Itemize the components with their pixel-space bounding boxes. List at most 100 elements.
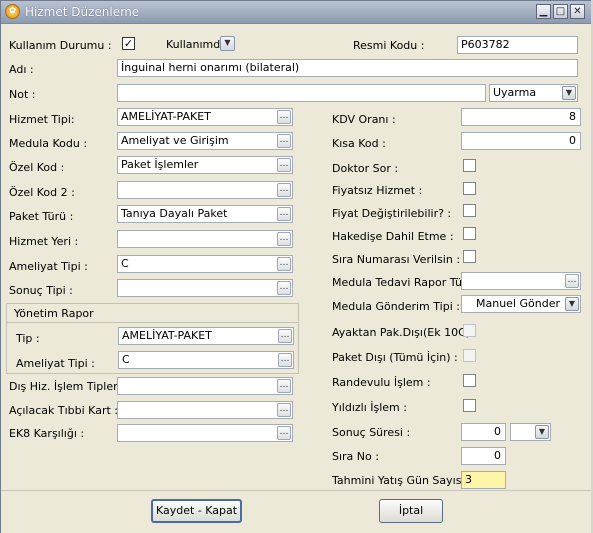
hizmet-yeri-input[interactable]: … [117, 230, 293, 248]
resmi-kodu-input[interactable]: P603782 [457, 36, 578, 54]
ozel-kod-2-lookup-button[interactable]: … [277, 183, 291, 197]
flower-icon: ✿ [5, 4, 20, 19]
ek8-label: EK8 Karşılığı : [9, 427, 85, 440]
fiyat-degistirilebilir-checkbox[interactable] [463, 204, 476, 217]
yonetim-tip-lookup-button[interactable]: … [278, 329, 292, 343]
paket-turu-label: Paket Türü : [9, 210, 74, 223]
ameliyat-tipi-label: Ameliyat Tipi : [9, 260, 88, 273]
yonetim-ameliyat-tipi-label: Ameliyat Tipi : [16, 357, 95, 370]
close-button[interactable]: ✕ [570, 4, 585, 19]
ameliyat-tipi-input[interactable]: C… [117, 255, 293, 273]
yonetim-ameliyat-tipi-lookup-button[interactable]: … [278, 353, 292, 367]
tahmini-yatis-input[interactable]: 3 [461, 471, 506, 489]
chevron-down-icon[interactable]: ▼ [562, 86, 576, 100]
adi-label: Adı : [9, 63, 34, 76]
sira-numarasi-verilsin-checkbox[interactable] [463, 250, 476, 263]
title-bar[interactable]: ✿ Hizmet Düzenleme ▁ □ ✕ [1, 1, 592, 24]
yonetim-tip-label: Tip : [16, 332, 40, 345]
ek8-lookup-button[interactable]: … [277, 426, 291, 440]
ozel-kod-label: Özel Kod : [9, 161, 65, 174]
hakedise-dahil-etme-checkbox[interactable] [463, 227, 476, 240]
hizmet-yeri-label: Hizmet Yeri : [9, 235, 79, 248]
medula-kodu-label: Medula Kodu : [9, 137, 88, 150]
resmi-kodu-label: Resmi Kodu : [353, 39, 425, 52]
chevron-down-icon[interactable]: ▼ [565, 297, 579, 311]
yildizli-islem-label: Yıldızlı İşlem : [332, 401, 407, 414]
save-close-button[interactable]: Kaydet - Kapat [151, 499, 242, 523]
fiyatsiz-hizmet-label: Fiyatsız Hizmet : [332, 184, 423, 197]
sonuc-suresi-unit-select[interactable]: ▼ [510, 423, 551, 441]
ayaktan-pak-disi-label: Ayaktan Pak.Dışı(Ek 10C): [332, 326, 474, 339]
acilacak-tibbi-kart-lookup-button[interactable]: … [277, 403, 291, 417]
kullanim-durumu-checkbox[interactable]: ✓ [122, 37, 135, 50]
kullanim-durumu-label: Kullanım Durumu : [9, 39, 112, 52]
ozel-kod-2-input[interactable]: … [117, 181, 293, 199]
kdv-orani-input[interactable]: 8 [461, 108, 581, 126]
ozel-kod-input[interactable]: Paket İşlemler… [117, 156, 293, 174]
cancel-button[interactable]: İptal [379, 499, 443, 523]
dialog-window: ✿ Hizmet Düzenleme ▁ □ ✕ Kullanım Durumu… [0, 0, 593, 533]
hizmet-yeri-lookup-button[interactable]: … [277, 232, 291, 246]
hizmet-tipi-lookup-button[interactable]: … [277, 110, 291, 124]
minimize-button[interactable]: ▁ [536, 4, 551, 19]
sonuc-tipi-input[interactable]: … [117, 279, 293, 297]
doktor-sor-checkbox[interactable] [463, 159, 476, 172]
yonetim-ameliyat-tipi-input[interactable]: C… [118, 351, 294, 369]
ek8-input[interactable]: … [117, 424, 293, 442]
sira-numarasi-verilsin-label: Sıra Numarası Verilsin : [332, 253, 461, 266]
dis-hiz-input[interactable]: … [117, 377, 293, 395]
chevron-down-icon[interactable]: ▼ [535, 425, 549, 439]
window-title: Hizmet Düzenleme [25, 5, 140, 19]
tahmini-yatis-label: Tahmini Yatış Gün Sayısı : [332, 474, 472, 487]
sonuc-tipi-lookup-button[interactable]: … [277, 281, 291, 295]
medula-gonderim-tipi-select[interactable]: Manuel Gönder ▼ [461, 295, 581, 313]
ozel-kod-2-label: Özel Kod 2 : [9, 186, 75, 199]
medula-tedavi-rapor-turu-lookup-button[interactable]: … [565, 274, 579, 288]
kisa-kod-input[interactable]: 0 [461, 132, 581, 150]
ayaktan-pak-disi-checkbox[interactable] [463, 324, 476, 337]
paket-disi-label: Paket Dışı (Tümü İçin) : [332, 351, 458, 364]
dis-hiz-lookup-button[interactable]: … [277, 379, 291, 393]
paket-turu-lookup-button[interactable]: … [277, 207, 291, 221]
yonetim-rapor-group: Yönetim Rapor Tip : AMELİYAT-PAKET… Amel… [6, 303, 299, 374]
form-area: Kullanım Durumu : ✓ Kullanımda ▼ Resmi K… [1, 24, 592, 490]
dis-hiz-label: Dış Hiz. İşlem Tipleri : [9, 380, 128, 393]
not-level-select[interactable]: Uyarma ▼ [489, 84, 578, 102]
acilacak-tibbi-kart-input[interactable]: … [117, 401, 293, 419]
yonetim-tip-input[interactable]: AMELİYAT-PAKET… [118, 327, 294, 345]
paket-disi-checkbox[interactable] [463, 349, 476, 362]
randevulu-islem-checkbox[interactable] [463, 374, 476, 387]
sonuc-tipi-label: Sonuç Tipi : [9, 284, 73, 297]
sonuc-suresi-label: Sonuç Süresi : [332, 426, 411, 439]
not-label: Not : [9, 88, 36, 101]
randevulu-islem-label: Randevulu İşlem : [332, 376, 431, 389]
fiyat-degistirilebilir-label: Fiyat Değiştirilebilir? : [332, 207, 452, 220]
sonuc-suresi-input[interactable]: 0 [461, 423, 506, 441]
hakedise-dahil-etme-label: Hakedişe Dahil Etme : [332, 230, 454, 243]
medula-tedavi-rapor-turu-label: Medula Tedavi Rapor Türü: [332, 276, 478, 289]
kullanim-durumu-dropdown[interactable]: ▼ [220, 36, 235, 51]
yildizli-islem-checkbox[interactable] [463, 399, 476, 412]
not-input[interactable] [117, 84, 486, 102]
medula-kodu-input[interactable]: Ameliyat ve Girişim… [117, 132, 293, 150]
ameliyat-tipi-lookup-button[interactable]: … [277, 257, 291, 271]
maximize-button[interactable]: □ [553, 4, 568, 19]
sira-no-input[interactable]: 0 [461, 447, 506, 465]
adi-input[interactable]: İnguinal herni onarımı (bilateral) [117, 59, 578, 77]
group-divider [7, 322, 298, 323]
medula-gonderim-tipi-label: Medula Gönderim Tipi : [332, 300, 460, 313]
fiyatsiz-hizmet-checkbox[interactable] [463, 182, 476, 195]
paket-turu-input[interactable]: Tanıya Dayalı Paket… [117, 205, 293, 223]
doktor-sor-label: Doktor Sor : [332, 162, 399, 175]
button-bar: Kaydet - Kapat İptal [1, 490, 592, 533]
medula-tedavi-rapor-turu-input[interactable]: … [461, 272, 581, 290]
medula-kodu-lookup-button[interactable]: … [277, 134, 291, 148]
hizmet-tipi-label: Hizmet Tipi: [9, 113, 75, 126]
ozel-kod-lookup-button[interactable]: … [277, 158, 291, 172]
acilacak-tibbi-kart-label: Açılacak Tıbbi Kart : [9, 404, 118, 417]
kdv-orani-label: KDV Oranı : [332, 113, 396, 126]
kisa-kod-label: Kısa Kod : [332, 137, 386, 150]
kullanim-durumu-value: Kullanımda [166, 38, 227, 51]
yonetim-rapor-title: Yönetim Rapor [14, 307, 94, 320]
hizmet-tipi-input[interactable]: AMELİYAT-PAKET… [117, 108, 293, 126]
